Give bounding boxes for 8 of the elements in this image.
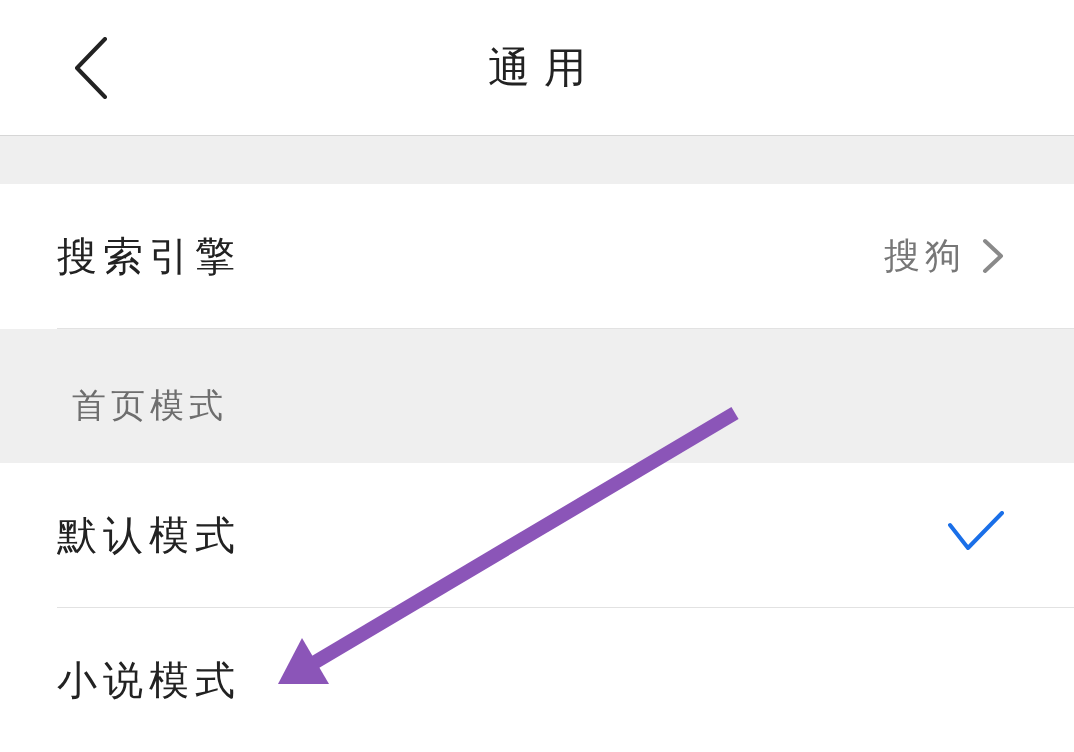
page-title: 通用 (488, 41, 600, 94)
chevron-right-icon (982, 238, 1004, 274)
section-title: 首页模式 (72, 384, 228, 427)
setting-label: 默认模式 (57, 510, 241, 560)
chevron-left-icon (74, 36, 108, 99)
setting-value: 搜狗 (884, 233, 966, 278)
setting-label: 搜索引擎 (57, 231, 241, 281)
setting-label: 小说模式 (57, 655, 241, 705)
